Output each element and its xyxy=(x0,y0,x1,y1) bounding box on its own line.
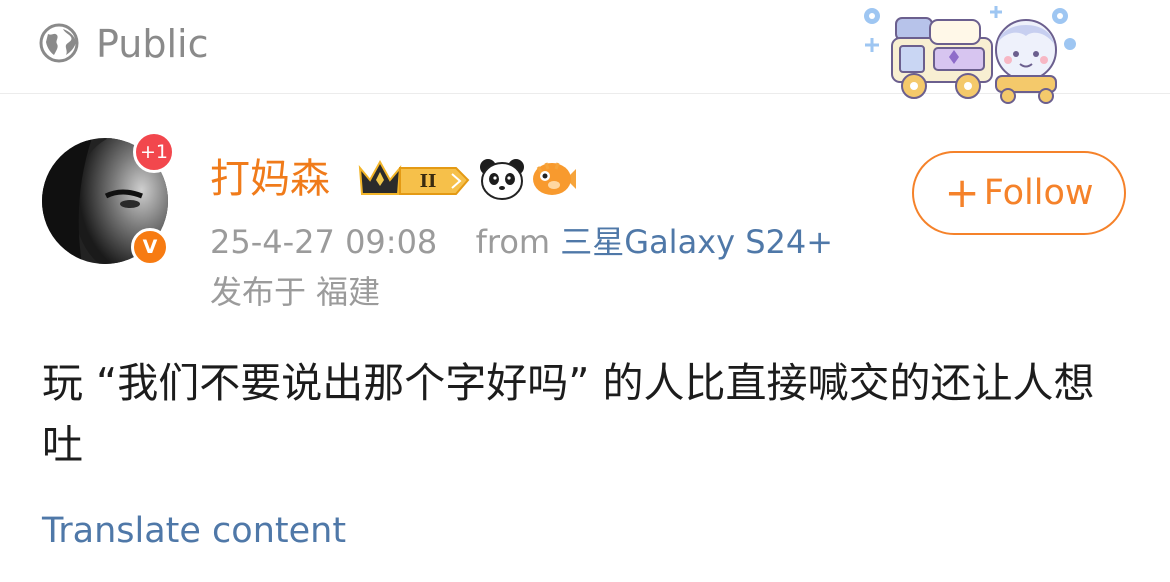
verified-badge: V xyxy=(131,228,169,266)
follow-button[interactable]: + Follow xyxy=(912,151,1126,235)
cartoon-train-decoration xyxy=(864,6,1076,104)
globe-icon xyxy=(39,23,79,63)
plus-icon: + xyxy=(944,168,980,217)
post-meta: 25-4-27 09:08 from 三星Galaxy S24+ xyxy=(210,220,833,264)
from-label: from xyxy=(475,223,551,261)
notification-badge: +1 xyxy=(133,131,175,173)
level-text: II xyxy=(420,171,437,192)
post-card: Public +1 V 打妈森 II + Follow 25-4-27 09:0… xyxy=(0,0,1170,582)
location: 发布于 福建 xyxy=(210,273,381,311)
translate-content-link[interactable]: Translate content xyxy=(42,508,346,554)
timestamp: 25-4-27 09:08 xyxy=(210,223,438,261)
puffer-fish-icon[interactable] xyxy=(530,157,578,201)
author-name[interactable]: 打妈森 xyxy=(210,152,330,206)
crown-level-icon[interactable]: II xyxy=(356,156,472,202)
follow-label: Follow xyxy=(983,173,1094,213)
visibility-bar: Public xyxy=(0,0,1170,104)
visibility-label: Public xyxy=(96,22,209,66)
panda-icon[interactable] xyxy=(478,157,526,201)
post-text: 玩 “我们不要说出那个字好吗” 的人比直接喊交的还让人想吐 xyxy=(42,359,1095,469)
device-name[interactable]: 三星Galaxy S24+ xyxy=(560,223,833,261)
